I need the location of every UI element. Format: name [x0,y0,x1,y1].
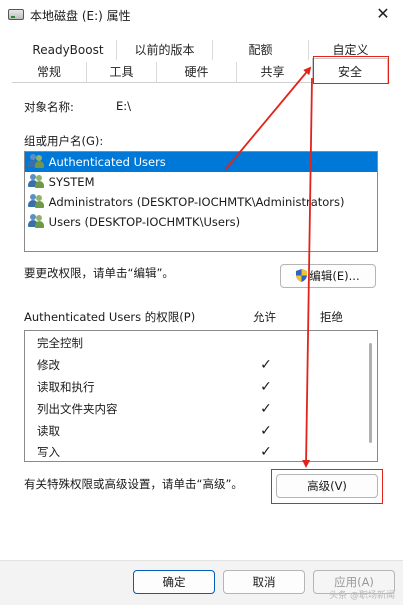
title-bar: 本地磁盘 (E:) 属性 ✕ [0,0,403,30]
allow-check-icon: ✓ [260,401,272,417]
tab-previous-versions[interactable]: 以前的版本 [116,40,212,60]
tab-hardware[interactable]: 硬件 [156,62,236,82]
permissions-list: 完全控制 修改 ✓ 读取和执行 ✓ 列出文件夹内容 ✓ 读取 ✓ 写入 ✓ [24,330,378,462]
cancel-button[interactable]: 取消 [223,570,305,594]
annotation-arrows [224,66,313,468]
edit-button-label: 编辑(E)... [309,269,360,283]
permission-name: 列出文件夹内容 [37,402,118,416]
allow-check-icon: ✓ [260,357,272,373]
deny-column-header: 拒绝 [320,310,343,324]
permission-row: 修改 ✓ [25,354,355,376]
users-icon [28,214,44,228]
permission-name: 写入 [37,445,60,459]
list-item-users[interactable]: Users (DESKTOP-IOCHMTK\Users) [25,212,377,232]
permission-row: 读取 ✓ [25,420,355,442]
permission-row: 完全控制 [25,332,355,354]
users-icon [28,194,44,208]
allow-check-icon: ✓ [260,444,272,460]
permission-name: 读取 [37,424,60,438]
permissions-header: Authenticated Users 的权限(P) [24,310,196,324]
annotation-box-security-tab [313,56,389,84]
ok-button[interactable]: 确定 [133,570,215,594]
permissions-scrollbar[interactable] [369,343,372,443]
allow-check-icon: ✓ [260,379,272,395]
list-item-administrators[interactable]: Administrators (DESKTOP-IOCHMTK\Administ… [25,192,377,212]
tab-quota[interactable]: 配额 [212,40,308,60]
uac-shield-icon [296,269,308,282]
annotation-box-advanced-button [271,469,383,504]
object-name-label: 对象名称: [24,100,74,114]
list-item-label: Users (DESKTOP-IOCHMTK\Users) [48,215,241,229]
permission-row: 写入 ✓ [25,441,355,461]
tab-tools[interactable]: 工具 [86,62,156,82]
tab-sharing[interactable]: 共享 [236,62,308,82]
dialog-footer: 确定 取消 应用(A) 头条 @职场新闻 [0,560,403,605]
drive-icon [8,9,24,20]
list-item-label: Authenticated Users [48,155,166,169]
advanced-hint: 有关特殊权限或高级设置，请单击“高级”。 [24,477,243,491]
tab-general[interactable]: 常规 [12,62,86,82]
object-name-value: E:\ [116,99,132,113]
window-title: 本地磁盘 (E:) 属性 [30,9,131,23]
permission-row: 列出文件夹内容 ✓ [25,398,355,420]
list-item-system[interactable]: SYSTEM [25,172,377,192]
groups-label: 组或用户名(G): [24,134,104,148]
edit-hint: 要更改权限，请单击“编辑”。 [24,266,174,280]
list-item-authenticated-users[interactable]: Authenticated Users [25,152,377,172]
watermark: 头条 @职场新闻 [329,591,395,601]
permission-name: 读取和执行 [37,380,95,394]
list-item-label: SYSTEM [48,175,95,189]
permission-row: 读取和执行 ✓ [25,376,355,398]
list-item-label: Administrators (DESKTOP-IOCHMTK\Administ… [48,195,345,209]
close-icon[interactable]: ✕ [371,2,395,26]
users-icon [28,174,44,188]
groups-listbox[interactable]: Authenticated Users SYSTEM Administrator… [24,151,378,252]
tab-readyboost[interactable]: ReadyBoost [20,40,116,60]
users-icon [28,154,44,168]
permission-name: 修改 [37,358,60,372]
allow-column-header: 允许 [253,310,276,324]
edit-button[interactable]: 编辑(E)... [280,264,376,288]
permission-name: 完全控制 [37,336,83,350]
allow-check-icon: ✓ [260,423,272,439]
